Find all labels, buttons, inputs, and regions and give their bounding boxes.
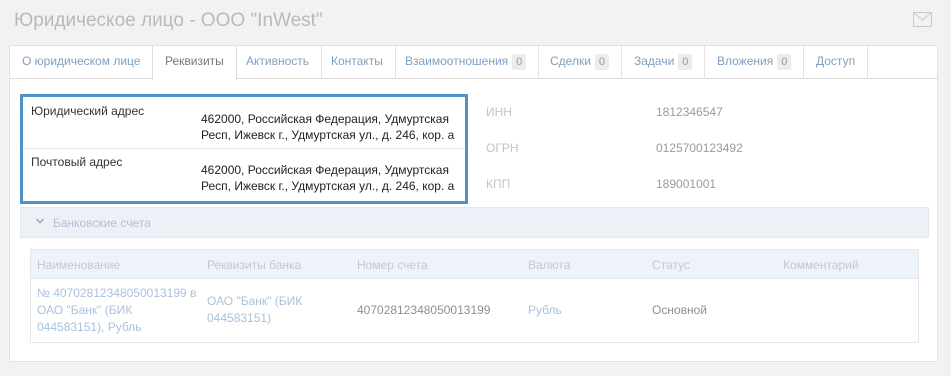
tab-deals[interactable]: Сделки 0: [538, 46, 623, 79]
postal-address-label: Почтовый адрес: [31, 155, 123, 169]
column-header[interactable]: Валюта: [528, 258, 570, 272]
count-badge: 0: [512, 54, 527, 70]
legal-address-label: Юридический адрес: [31, 104, 145, 118]
column-header[interactable]: Наименование: [37, 258, 120, 272]
tab-label: Задачи: [634, 54, 675, 68]
account-name-line: 044583151), Рубль: [37, 320, 142, 334]
tab-label: Сделки: [550, 54, 591, 68]
account-status: Основной: [652, 303, 708, 317]
tab-requisites[interactable]: Реквизиты: [152, 46, 237, 80]
column-header[interactable]: Статус: [652, 258, 690, 272]
tab-label: О юридическом лице: [22, 54, 141, 68]
currency-link[interactable]: Рубль: [528, 302, 562, 319]
bank-details-line: ОАО "Банк" (БИК: [207, 294, 303, 308]
tab-label: Реквизиты: [165, 54, 224, 68]
postal-address-value: 462000, Российская Федерация, Удмуртская…: [201, 163, 455, 193]
column-header[interactable]: Реквизиты банка: [207, 258, 301, 272]
bank-accounts-toggle[interactable]: Банковские счета: [20, 207, 929, 238]
legal-address-row: Юридический адрес 462000, Российская Фед…: [23, 99, 465, 149]
kpp-label: КПП: [486, 177, 511, 191]
bank-details-line: 044583151): [207, 311, 272, 325]
bank-accounts-table: Наименование Реквизиты банка Номер счета…: [30, 249, 919, 343]
inn-value: 1812346547: [656, 105, 723, 119]
inn-label: ИНН: [486, 105, 512, 119]
bank-details-link[interactable]: ОАО "Банк" (БИК 044583151): [207, 293, 347, 327]
postal-address-row: Почтовый адрес 462000, Российская Федера…: [23, 150, 465, 200]
tab-attachments[interactable]: Вложения 0: [705, 46, 805, 79]
tab-label: Доступ: [816, 54, 856, 68]
column-header[interactable]: Комментарий: [783, 258, 859, 272]
tab-label: Вложения: [717, 54, 774, 68]
tab-label: Контакты: [331, 54, 383, 68]
count-badge: 0: [594, 54, 610, 70]
count-badge: 0: [678, 54, 693, 70]
address-block: Юридический адрес 462000, Российская Фед…: [20, 94, 468, 204]
bank-accounts-title: Банковские счета: [53, 216, 151, 230]
chevron-down-icon: [35, 218, 45, 224]
tab-contacts[interactable]: Контакты: [319, 46, 396, 79]
column-header[interactable]: Номер счета: [357, 258, 428, 272]
account-name-line: № 40702812348050013199 в: [37, 286, 197, 300]
account-name-link[interactable]: № 40702812348050013199 в ОАО "Банк" (БИК…: [37, 285, 205, 336]
tab-tasks[interactable]: Задачи 0: [622, 46, 706, 79]
tab-relations[interactable]: Взаимоотношения 0: [393, 46, 540, 79]
page-title: Юридическое лицо - ООО "InWest": [14, 10, 323, 31]
tab-label: Взаимоотношения: [405, 54, 509, 68]
tab-activity[interactable]: Активность: [234, 46, 323, 79]
ogrn-value: 0125700123492: [656, 141, 743, 155]
tab-access[interactable]: Доступ: [804, 46, 869, 79]
count-badge: 0: [777, 54, 792, 70]
company-panel: О юридическом лице Реквизиты Активность …: [9, 45, 938, 362]
table-header: Наименование Реквизиты банка Номер счета…: [31, 250, 918, 279]
ogrn-label: ОГРН: [486, 141, 519, 155]
account-name-line: ОАО "Банк" (БИК: [37, 303, 133, 317]
kpp-value: 189001001: [656, 177, 717, 191]
legal-address-value: 462000, Российская Федерация, Удмуртская…: [201, 112, 455, 142]
tab-label: Активность: [246, 54, 310, 68]
envelope-icon[interactable]: [913, 12, 932, 27]
account-number: 40702812348050013199: [357, 303, 491, 317]
tab-about[interactable]: О юридическом лице: [10, 46, 154, 79]
tab-bar: О юридическом лице Реквизиты Активность …: [10, 46, 937, 80]
